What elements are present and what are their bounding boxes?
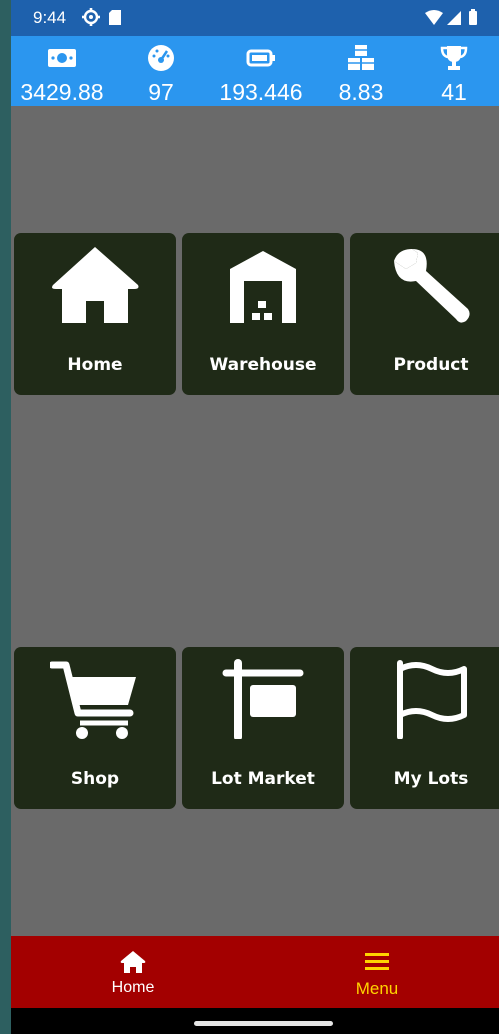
stat-speed-value: 97 bbox=[148, 79, 174, 105]
tile-lot-market-label: Lot Market bbox=[211, 769, 315, 789]
gear-icon bbox=[82, 8, 100, 26]
sd-card-icon bbox=[109, 10, 121, 25]
battery-icon bbox=[469, 11, 477, 25]
stat-goods: 8.83 bbox=[313, 36, 409, 106]
bottom-nav: Home Menu bbox=[11, 936, 499, 1008]
tile-product-label: Product bbox=[393, 355, 469, 375]
tile-home[interactable]: Home bbox=[14, 233, 176, 395]
trophy-icon bbox=[440, 46, 468, 70]
hamburger-menu-icon bbox=[365, 953, 389, 970]
home-icon bbox=[120, 951, 146, 973]
stat-speed: 97 bbox=[113, 36, 209, 106]
wrench-icon bbox=[394, 249, 470, 323]
stat-trophies-value: 41 bbox=[441, 79, 467, 105]
stat-energy-value: 193.446 bbox=[219, 79, 303, 105]
stat-trophies: 41 bbox=[409, 36, 499, 106]
stats-bar: 3429.88 97 193.446 8.83 41 bbox=[11, 36, 499, 106]
tile-home-label: Home bbox=[67, 355, 123, 375]
wifi-icon bbox=[425, 10, 443, 25]
status-time: 9:44 bbox=[33, 8, 67, 27]
cart-icon bbox=[50, 661, 136, 739]
tile-lot-market[interactable]: Lot Market bbox=[182, 647, 344, 809]
stat-energy: 193.446 bbox=[209, 36, 313, 106]
status-bar: 9:44 bbox=[11, 0, 499, 36]
wifi-signal-battery-icons bbox=[425, 9, 477, 25]
nav-menu[interactable]: Menu bbox=[255, 936, 499, 1008]
signpost-icon bbox=[222, 659, 304, 739]
stat-goods-value: 8.83 bbox=[338, 79, 384, 105]
home-icon bbox=[52, 247, 139, 323]
warehouse-icon bbox=[230, 251, 296, 323]
tile-warehouse[interactable]: Warehouse bbox=[182, 233, 344, 395]
app-screen: 9:44 3429.88 97 193.446 8.83 41 Home War… bbox=[11, 0, 499, 1034]
stat-money-value: 3429.88 bbox=[20, 79, 104, 105]
tile-my-lots[interactable]: My Lots bbox=[350, 647, 499, 809]
signal-icon bbox=[447, 11, 461, 25]
tile-warehouse-label: Warehouse bbox=[209, 355, 317, 375]
tile-product[interactable]: Product bbox=[350, 233, 499, 395]
tile-shop-label: Shop bbox=[70, 769, 120, 789]
nav-home-label: Home bbox=[111, 979, 155, 996]
speedometer-icon bbox=[148, 45, 174, 71]
menu-grid: Home Warehouse Product Shop Lot Market M… bbox=[11, 106, 499, 936]
stat-money: 3429.88 bbox=[11, 36, 113, 106]
nav-home[interactable]: Home bbox=[11, 936, 255, 1008]
nav-menu-label: Menu bbox=[355, 979, 399, 998]
tile-shop[interactable]: Shop bbox=[14, 647, 176, 809]
battery-icon bbox=[246, 49, 275, 67]
system-gesture-bar bbox=[11, 1008, 499, 1034]
gesture-handle[interactable] bbox=[194, 1021, 333, 1026]
cubes-icon bbox=[348, 45, 374, 70]
flag-icon bbox=[397, 660, 467, 739]
money-icon bbox=[48, 49, 76, 67]
tile-my-lots-label: My Lots bbox=[393, 769, 469, 789]
